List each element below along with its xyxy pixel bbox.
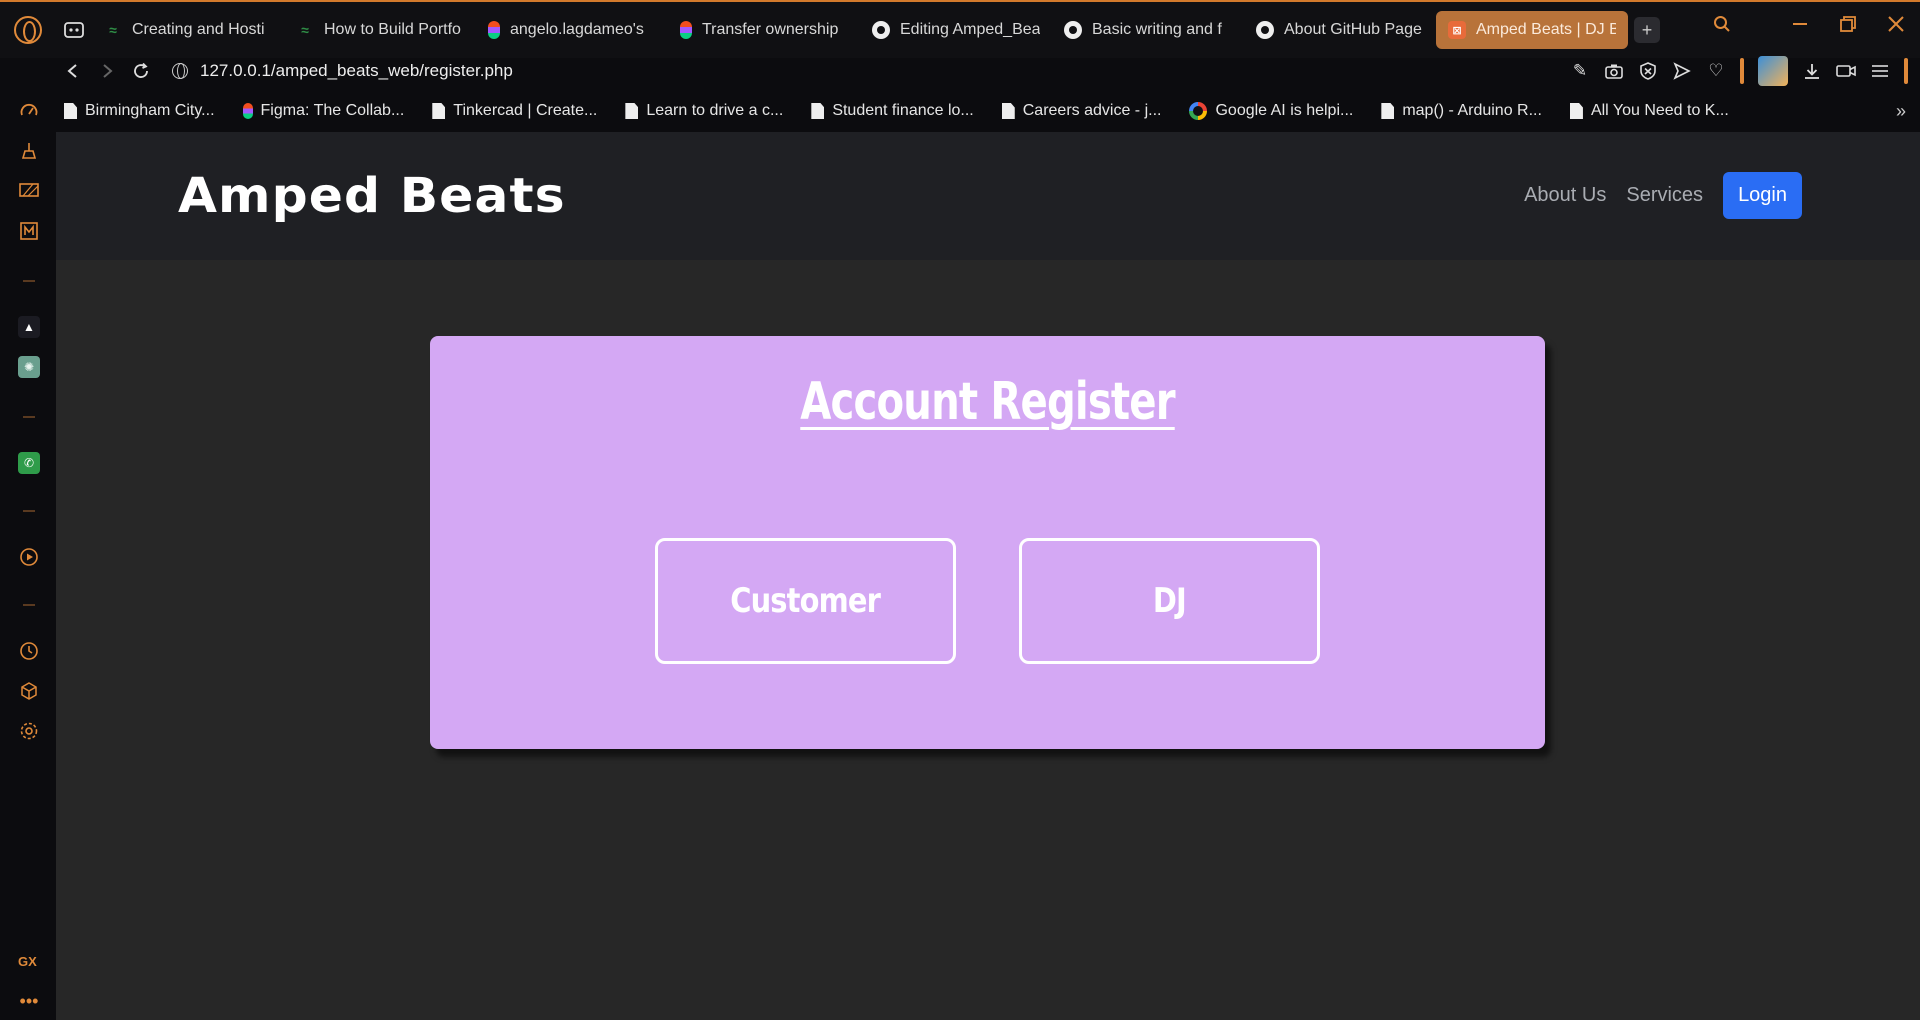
bookmark-google-ai[interactable]: Google AI is helpi... xyxy=(1189,102,1353,120)
tab-basic-writing[interactable]: Basic writing and f xyxy=(1052,11,1244,49)
google-icon xyxy=(1189,102,1208,120)
register-card: Account Register Customer DJ xyxy=(430,336,1545,749)
gx-mods-icon[interactable] xyxy=(18,220,40,242)
reload-button[interactable] xyxy=(124,62,158,80)
bookmarks-overflow-icon[interactable]: » xyxy=(1896,101,1906,122)
site-nav-links: About Us Services Login xyxy=(1524,172,1802,219)
extensions-cube-icon[interactable] xyxy=(18,680,40,702)
nav-about-us-link[interactable]: About Us xyxy=(1524,184,1606,207)
login-button[interactable]: Login xyxy=(1723,172,1802,219)
bookmarks-bar: Birmingham City... Figma: The Collab... … xyxy=(56,94,1920,128)
page-icon xyxy=(432,103,446,119)
back-button[interactable] xyxy=(56,63,90,79)
profile-avatar[interactable] xyxy=(1758,56,1788,86)
adblock-shield-icon[interactable] xyxy=(1638,61,1658,81)
sidebar-divider xyxy=(23,280,35,282)
chatgpt-icon[interactable]: ✺ xyxy=(18,356,40,378)
heart-icon[interactable]: ♡ xyxy=(1706,61,1726,81)
settings-gear-icon[interactable] xyxy=(18,720,40,742)
page-icon xyxy=(811,103,825,119)
tab-creating-and-hosting[interactable]: ≈ Creating and Hosti xyxy=(92,11,284,49)
tab-list: ≈ Creating and Hosti ≈ How to Build Portfo… xyxy=(92,1,1660,59)
nav-services-link[interactable]: Services xyxy=(1626,184,1703,207)
gx-corner-label[interactable]: GX xyxy=(18,954,37,969)
geeksforgeeks-icon: ≈ xyxy=(109,22,117,38)
new-tab-button[interactable]: + xyxy=(1634,17,1660,43)
figma-icon xyxy=(680,21,692,39)
customer-label: Customer xyxy=(730,581,882,621)
gx-cleaner-icon[interactable] xyxy=(18,140,40,162)
restore-window-icon[interactable] xyxy=(1824,15,1872,33)
history-clock-icon[interactable] xyxy=(18,640,40,662)
minimize-window-icon[interactable] xyxy=(1776,15,1824,33)
bookmark-birmingham-city[interactable]: Birmingham City... xyxy=(64,102,215,120)
github-icon xyxy=(1064,21,1082,39)
video-popout-icon[interactable] xyxy=(1836,61,1856,81)
github-icon xyxy=(1256,21,1274,39)
close-window-icon[interactable] xyxy=(1872,15,1920,33)
bookmark-all-you-need[interactable]: All You Need to K... xyxy=(1569,102,1729,120)
url-text: 127.0.0.1/amped_beats_web/register.php xyxy=(200,61,513,80)
tab-figma-angelo[interactable]: angelo.lagdameo's xyxy=(476,11,668,49)
send-icon[interactable] xyxy=(1672,61,1692,81)
browser-tab-strip: ≈ Creating and Hosti ≈ How to Build Portfo… xyxy=(0,0,1920,58)
dj-register-button[interactable]: DJ xyxy=(1019,538,1320,664)
tab-about-github-pages[interactable]: About GitHub Page xyxy=(1244,11,1436,49)
address-bar-row: 127.0.0.1/amped_beats_web/register.php ✎… xyxy=(56,56,1920,86)
bookmark-tinkercad[interactable]: Tinkercad | Create... xyxy=(432,102,597,120)
bookmark-learn-to-drive[interactable]: Learn to drive a c... xyxy=(625,102,783,120)
bookmark-figma[interactable]: Figma: The Collab... xyxy=(242,102,404,120)
download-icon[interactable] xyxy=(1802,61,1822,81)
site-brand-logo[interactable]: Amped Beats xyxy=(178,168,566,224)
speed-dial-gauge-icon[interactable] xyxy=(18,100,40,122)
tab-menu-icon[interactable] xyxy=(56,1,92,59)
amped-beats-favicon-icon: ⊠ xyxy=(1448,21,1466,39)
tab-how-to-build-portfolio[interactable]: ≈ How to Build Portfo xyxy=(284,11,476,49)
wallpaper-icon[interactable] xyxy=(18,180,40,202)
accent-divider xyxy=(1740,58,1744,84)
figma-icon xyxy=(242,103,253,119)
edit-icon[interactable]: ✎ xyxy=(1570,61,1590,81)
search-tabs-icon[interactable] xyxy=(1698,15,1746,33)
url-field[interactable]: 127.0.0.1/amped_beats_web/register.php xyxy=(172,61,513,81)
window-controls xyxy=(1698,2,1920,46)
bookmark-arduino-map[interactable]: map() - Arduino R... xyxy=(1381,102,1542,120)
browser-sidebar: ▲ ✺ ✆ GX ••• xyxy=(0,94,56,1020)
globe-icon xyxy=(172,63,188,79)
geeksforgeeks-icon: ≈ xyxy=(301,22,309,38)
sidebar-divider xyxy=(23,604,35,606)
web-page: Amped Beats About Us Services Login Acco… xyxy=(56,132,1920,1020)
whatsapp-icon[interactable]: ✆ xyxy=(18,452,40,474)
player-play-icon[interactable] xyxy=(18,546,40,568)
tab-amped-beats-active[interactable]: ⊠Amped Beats | DJ Booking xyxy=(1436,11,1628,49)
easy-setup-menu-icon[interactable] xyxy=(1870,61,1890,81)
page-icon xyxy=(1001,103,1015,119)
site-navbar: Amped Beats About Us Services Login xyxy=(56,132,1920,260)
forward-button[interactable] xyxy=(90,63,124,79)
toolbar-actions: ✎ ♡ xyxy=(1570,56,1920,86)
page-icon xyxy=(64,103,77,119)
github-icon xyxy=(872,21,890,39)
more-options-icon[interactable]: ••• xyxy=(18,990,40,1012)
aria-ai-icon[interactable]: ▲ xyxy=(18,316,40,338)
tab-editing-amped-beats[interactable]: Editing Amped_Bea xyxy=(860,11,1052,49)
page-icon xyxy=(1569,103,1583,119)
figma-icon xyxy=(488,21,500,39)
customer-register-button[interactable]: Customer xyxy=(655,538,956,664)
bookmark-student-finance[interactable]: Student finance lo... xyxy=(811,102,974,120)
page-icon xyxy=(1381,103,1395,119)
tab-transfer-ownership[interactable]: Transfer ownership xyxy=(668,11,860,49)
dj-label: DJ xyxy=(1152,581,1187,621)
page-title: Account Register xyxy=(800,372,1175,432)
opera-gx-logo-icon[interactable] xyxy=(0,1,56,59)
accent-divider-right xyxy=(1904,58,1908,84)
sidebar-divider xyxy=(23,510,35,512)
page-icon xyxy=(625,103,639,119)
camera-icon[interactable] xyxy=(1604,61,1624,81)
sidebar-divider xyxy=(23,416,35,418)
bookmark-careers-advice[interactable]: Careers advice - j... xyxy=(1001,102,1161,120)
